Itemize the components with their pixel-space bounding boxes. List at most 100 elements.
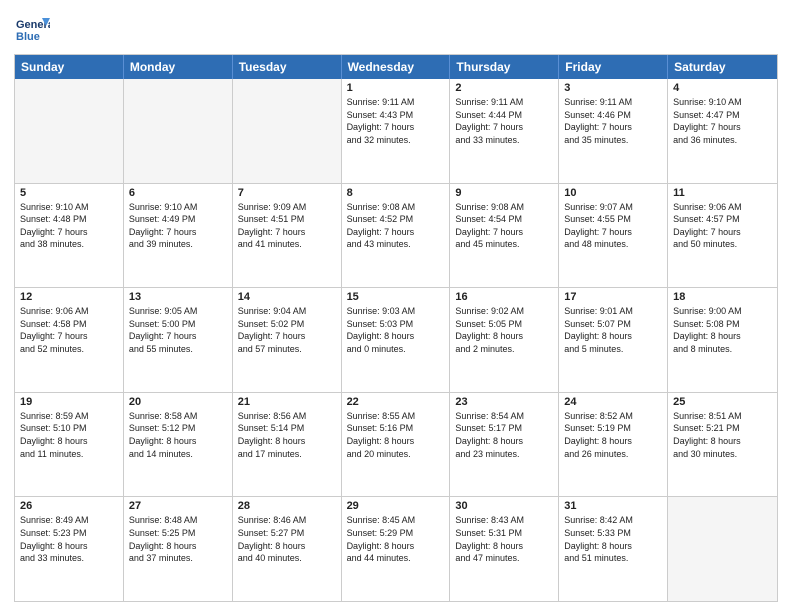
day-number: 21: [238, 396, 336, 408]
calendar-body: 1 Sunrise: 9:11 AM Sunset: 4:43 PM Daylig…: [15, 79, 777, 601]
cell-details: Sunrise: 8:56 AM Sunset: 5:14 PM Dayligh…: [238, 410, 336, 460]
day-number: 30: [455, 500, 553, 512]
table-row: [15, 79, 124, 183]
day-number: 27: [129, 500, 227, 512]
table-row: 1 Sunrise: 9:11 AM Sunset: 4:43 PM Daylig…: [342, 79, 451, 183]
calendar-row-2: 12 Sunrise: 9:06 AM Sunset: 4:58 PM Dayli…: [15, 287, 777, 392]
cell-details: Sunrise: 9:09 AM Sunset: 4:51 PM Dayligh…: [238, 201, 336, 251]
cell-details: Sunrise: 8:45 AM Sunset: 5:29 PM Dayligh…: [347, 514, 445, 564]
day-number: 29: [347, 500, 445, 512]
cell-details: Sunrise: 8:49 AM Sunset: 5:23 PM Dayligh…: [20, 514, 118, 564]
table-row: 22 Sunrise: 8:55 AM Sunset: 5:16 PM Dayli…: [342, 393, 451, 497]
day-number: 24: [564, 396, 662, 408]
table-row: 5 Sunrise: 9:10 AM Sunset: 4:48 PM Daylig…: [15, 184, 124, 288]
day-number: 26: [20, 500, 118, 512]
table-row: 18Sunrise: 9:00 AM Sunset: 5:08 PM Dayli…: [668, 288, 777, 392]
table-row: 27 Sunrise: 8:48 AM Sunset: 5:25 PM Dayli…: [124, 497, 233, 601]
cell-details: Sunrise: 8:51 AM Sunset: 5:21 PM Dayligh…: [673, 410, 772, 460]
table-row: 10 Sunrise: 9:07 AM Sunset: 4:55 PM Dayli…: [559, 184, 668, 288]
header-day-tuesday: Tuesday: [233, 55, 342, 79]
cell-details: Sunrise: 8:55 AM Sunset: 5:16 PM Dayligh…: [347, 410, 445, 460]
header-day-thursday: Thursday: [450, 55, 559, 79]
cell-details: Sunrise: 9:11 AM Sunset: 4:43 PM Dayligh…: [347, 96, 445, 146]
day-number: 8: [347, 187, 445, 199]
calendar-row-1: 5 Sunrise: 9:10 AM Sunset: 4:48 PM Daylig…: [15, 183, 777, 288]
logo: General Blue: [14, 10, 54, 46]
day-number: 4: [673, 82, 772, 94]
header-day-saturday: Saturday: [668, 55, 777, 79]
day-number: 3: [564, 82, 662, 94]
page: General Blue SundayMondayTuesdayWednesda…: [0, 0, 792, 612]
table-row: 25 Sunrise: 8:51 AM Sunset: 5:21 PM Dayli…: [668, 393, 777, 497]
cell-details: Sunrise: 8:54 AM Sunset: 5:17 PM Dayligh…: [455, 410, 553, 460]
cell-details: Sunrise: 9:07 AM Sunset: 4:55 PM Dayligh…: [564, 201, 662, 251]
day-number: 15: [347, 291, 445, 303]
cell-details: Sunrise: 9:06 AM Sunset: 4:58 PM Dayligh…: [20, 305, 118, 355]
day-number: 23: [455, 396, 553, 408]
cell-details: Sunrise: 9:00 AM Sunset: 5:08 PM Dayligh…: [673, 305, 772, 355]
header-day-monday: Monday: [124, 55, 233, 79]
calendar: SundayMondayTuesdayWednesdayThursdayFrid…: [14, 54, 778, 602]
calendar-row-3: 19 Sunrise: 8:59 AM Sunset: 5:10 PM Dayli…: [15, 392, 777, 497]
table-row: 7 Sunrise: 9:09 AM Sunset: 4:51 PM Daylig…: [233, 184, 342, 288]
day-number: 5: [20, 187, 118, 199]
cell-details: Sunrise: 9:01 AM Sunset: 5:07 PM Dayligh…: [564, 305, 662, 355]
cell-details: Sunrise: 9:08 AM Sunset: 4:52 PM Dayligh…: [347, 201, 445, 251]
cell-details: Sunrise: 9:04 AM Sunset: 5:02 PM Dayligh…: [238, 305, 336, 355]
table-row: 29 Sunrise: 8:45 AM Sunset: 5:29 PM Dayli…: [342, 497, 451, 601]
logo-icon: General Blue: [14, 10, 50, 46]
table-row: 21 Sunrise: 8:56 AM Sunset: 5:14 PM Dayli…: [233, 393, 342, 497]
table-row: [233, 79, 342, 183]
header-day-sunday: Sunday: [15, 55, 124, 79]
calendar-row-0: 1 Sunrise: 9:11 AM Sunset: 4:43 PM Daylig…: [15, 79, 777, 183]
table-row: 16 Sunrise: 9:02 AM Sunset: 5:05 PM Dayli…: [450, 288, 559, 392]
cell-details: Sunrise: 9:11 AM Sunset: 4:46 PM Dayligh…: [564, 96, 662, 146]
day-number: 25: [673, 396, 772, 408]
cell-details: Sunrise: 9:10 AM Sunset: 4:49 PM Dayligh…: [129, 201, 227, 251]
cell-details: Sunrise: 9:11 AM Sunset: 4:44 PM Dayligh…: [455, 96, 553, 146]
header-day-friday: Friday: [559, 55, 668, 79]
cell-details: Sunrise: 9:06 AM Sunset: 4:57 PM Dayligh…: [673, 201, 772, 251]
cell-details: Sunrise: 8:42 AM Sunset: 5:33 PM Dayligh…: [564, 514, 662, 564]
table-row: 3 Sunrise: 9:11 AM Sunset: 4:46 PM Daylig…: [559, 79, 668, 183]
cell-details: Sunrise: 8:58 AM Sunset: 5:12 PM Dayligh…: [129, 410, 227, 460]
table-row: 13 Sunrise: 9:05 AM Sunset: 5:00 PM Dayli…: [124, 288, 233, 392]
table-row: 2 Sunrise: 9:11 AM Sunset: 4:44 PM Daylig…: [450, 79, 559, 183]
table-row: 9 Sunrise: 9:08 AM Sunset: 4:54 PM Daylig…: [450, 184, 559, 288]
header: General Blue: [14, 10, 778, 46]
day-number: 11: [673, 187, 772, 199]
day-number: 2: [455, 82, 553, 94]
table-row: 26 Sunrise: 8:49 AM Sunset: 5:23 PM Dayli…: [15, 497, 124, 601]
table-row: 20 Sunrise: 8:58 AM Sunset: 5:12 PM Dayli…: [124, 393, 233, 497]
day-number: 16: [455, 291, 553, 303]
table-row: 6Sunrise: 9:10 AM Sunset: 4:49 PM Daylig…: [124, 184, 233, 288]
day-number: 22: [347, 396, 445, 408]
cell-details: Sunrise: 8:48 AM Sunset: 5:25 PM Dayligh…: [129, 514, 227, 564]
calendar-row-4: 26 Sunrise: 8:49 AM Sunset: 5:23 PM Dayli…: [15, 496, 777, 601]
day-number: 10: [564, 187, 662, 199]
table-row: [124, 79, 233, 183]
cell-details: Sunrise: 9:08 AM Sunset: 4:54 PM Dayligh…: [455, 201, 553, 251]
table-row: 12 Sunrise: 9:06 AM Sunset: 4:58 PM Dayli…: [15, 288, 124, 392]
table-row: 11 Sunrise: 9:06 AM Sunset: 4:57 PM Dayli…: [668, 184, 777, 288]
table-row: 30 Sunrise: 8:43 AM Sunset: 5:31 PM Dayli…: [450, 497, 559, 601]
cell-details: Sunrise: 8:43 AM Sunset: 5:31 PM Dayligh…: [455, 514, 553, 564]
cell-details: Sunrise: 9:10 AM Sunset: 4:48 PM Dayligh…: [20, 201, 118, 251]
cell-details: Sunrise: 9:05 AM Sunset: 5:00 PM Dayligh…: [129, 305, 227, 355]
table-row: 17Sunrise: 9:01 AM Sunset: 5:07 PM Dayli…: [559, 288, 668, 392]
cell-details: Sunrise: 9:02 AM Sunset: 5:05 PM Dayligh…: [455, 305, 553, 355]
day-number: 31: [564, 500, 662, 512]
day-number: 12: [20, 291, 118, 303]
day-number: 7: [238, 187, 336, 199]
svg-text:Blue: Blue: [16, 31, 40, 43]
cell-details: Sunrise: 8:59 AM Sunset: 5:10 PM Dayligh…: [20, 410, 118, 460]
table-row: 14Sunrise: 9:04 AM Sunset: 5:02 PM Dayli…: [233, 288, 342, 392]
table-row: 24Sunrise: 8:52 AM Sunset: 5:19 PM Dayli…: [559, 393, 668, 497]
day-number: 9: [455, 187, 553, 199]
day-number: 13: [129, 291, 227, 303]
table-row: 28Sunrise: 8:46 AM Sunset: 5:27 PM Dayli…: [233, 497, 342, 601]
header-day-wednesday: Wednesday: [342, 55, 451, 79]
day-number: 1: [347, 82, 445, 94]
day-number: 20: [129, 396, 227, 408]
day-number: 19: [20, 396, 118, 408]
